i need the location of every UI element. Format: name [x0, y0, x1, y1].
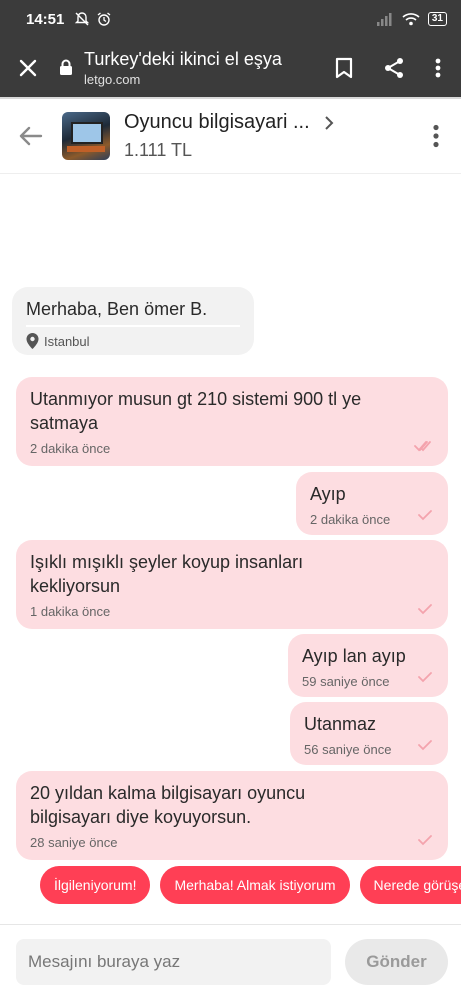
greeting-underline: [26, 325, 240, 327]
message-bubble[interactable]: 20 yıldan kalma bilgisayarı oyuncu bilgi…: [16, 771, 448, 860]
location-pin-icon: [26, 333, 39, 349]
greeting-card: Merhaba, Ben ömer B. Istanbul: [12, 287, 254, 355]
product-info[interactable]: Oyuncu bilgisayari ... 1.111 TL: [124, 111, 411, 161]
chevron-right-icon: [324, 115, 334, 130]
product-title: Oyuncu bilgisayari ...: [124, 111, 310, 133]
check-icon: [418, 672, 432, 683]
message-text: Işıklı mışıklı şeyler koyup insanları ke…: [30, 552, 304, 596]
notifications-off-icon: [75, 12, 90, 26]
location-text: Istanbul: [44, 333, 90, 349]
message-text: 20 yıldan kalma bilgisayarı oyuncu bilgi…: [30, 783, 306, 827]
share-icon[interactable]: [383, 57, 405, 79]
message-input[interactable]: [16, 939, 331, 985]
back-button[interactable]: [0, 126, 62, 146]
quick-reply-chip[interactable]: İlgileniyorum!: [40, 866, 151, 904]
browser-menu-icon[interactable]: [435, 58, 441, 78]
check-icon: [418, 604, 432, 615]
status-bar: 14:51 31: [0, 0, 461, 38]
browser-domain: letgo.com: [84, 71, 141, 87]
close-icon: [19, 59, 37, 76]
lock-icon: [60, 59, 72, 75]
check-icon: [418, 835, 432, 846]
alarm-icon: [97, 12, 111, 26]
message-bubble[interactable]: Işıklı mışıklı şeyler koyup insanları ke…: [16, 540, 448, 629]
message-time: 28 saniye önce: [30, 835, 118, 850]
quick-reply-chip[interactable]: Merhaba! Almak istiyorum: [160, 866, 350, 904]
check-icon: [418, 740, 432, 751]
more-vert-icon: [433, 124, 439, 148]
greeting-text: Merhaba, Ben ömer B.: [26, 299, 208, 319]
message-text: Utanmıyor musun gt 210 sistemi 900 tl ye…: [30, 389, 362, 433]
product-thumbnail[interactable]: [62, 112, 110, 160]
double-check-icon: [414, 441, 431, 452]
quick-replies: İlgileniyorum! Merhaba! Almak istiyorum …: [40, 866, 461, 904]
arrow-back-icon: [19, 126, 43, 146]
message-bubble[interactable]: Ayıp lan ayıp 59 saniye önce: [288, 634, 448, 697]
browser-toolbar: Turkey'deki ikinci el eşya letgo.com: [0, 38, 461, 97]
url-bar[interactable]: Turkey'deki ikinci el eşya letgo.com: [76, 49, 335, 87]
message-text: Ayıp lan ayıp: [302, 646, 406, 666]
quick-reply-chip[interactable]: Nerede görüşelim?: [359, 866, 461, 904]
wifi-icon: [402, 13, 420, 26]
message-text: Ayıp: [310, 484, 346, 504]
message-composer: Gönder: [0, 924, 461, 1000]
message-text: Utanmaz: [304, 714, 377, 734]
message-time: 59 saniye önce: [302, 674, 390, 689]
message-bubble[interactable]: Ayıp 2 dakika önce: [296, 472, 448, 535]
chat-header: Oyuncu bilgisayari ... 1.111 TL: [0, 99, 461, 174]
message-time: 56 saniye önce: [304, 742, 392, 757]
chat-menu-button[interactable]: [411, 124, 461, 148]
check-icon: [418, 510, 432, 521]
status-time: 14:51: [26, 10, 65, 28]
product-price: 1.111 TL: [124, 140, 193, 160]
bookmark-icon[interactable]: [335, 57, 353, 79]
message-time: 1 dakika önce: [30, 604, 111, 619]
message-bubble[interactable]: Utanmaz 56 saniye önce: [290, 702, 448, 765]
signal-icon: [376, 13, 392, 26]
send-button[interactable]: Gönder: [345, 939, 448, 985]
message-time: 2 dakika önce: [30, 441, 111, 456]
greeting-location: Istanbul: [26, 333, 240, 349]
message-bubble[interactable]: Utanmıyor musun gt 210 sistemi 900 tl ye…: [16, 377, 448, 466]
message-time: 2 dakika önce: [310, 512, 391, 527]
battery-icon: 31: [427, 12, 447, 26]
browser-page-title: Turkey'deki ikinci el eşya: [84, 48, 282, 69]
close-tab-button[interactable]: [0, 58, 56, 78]
